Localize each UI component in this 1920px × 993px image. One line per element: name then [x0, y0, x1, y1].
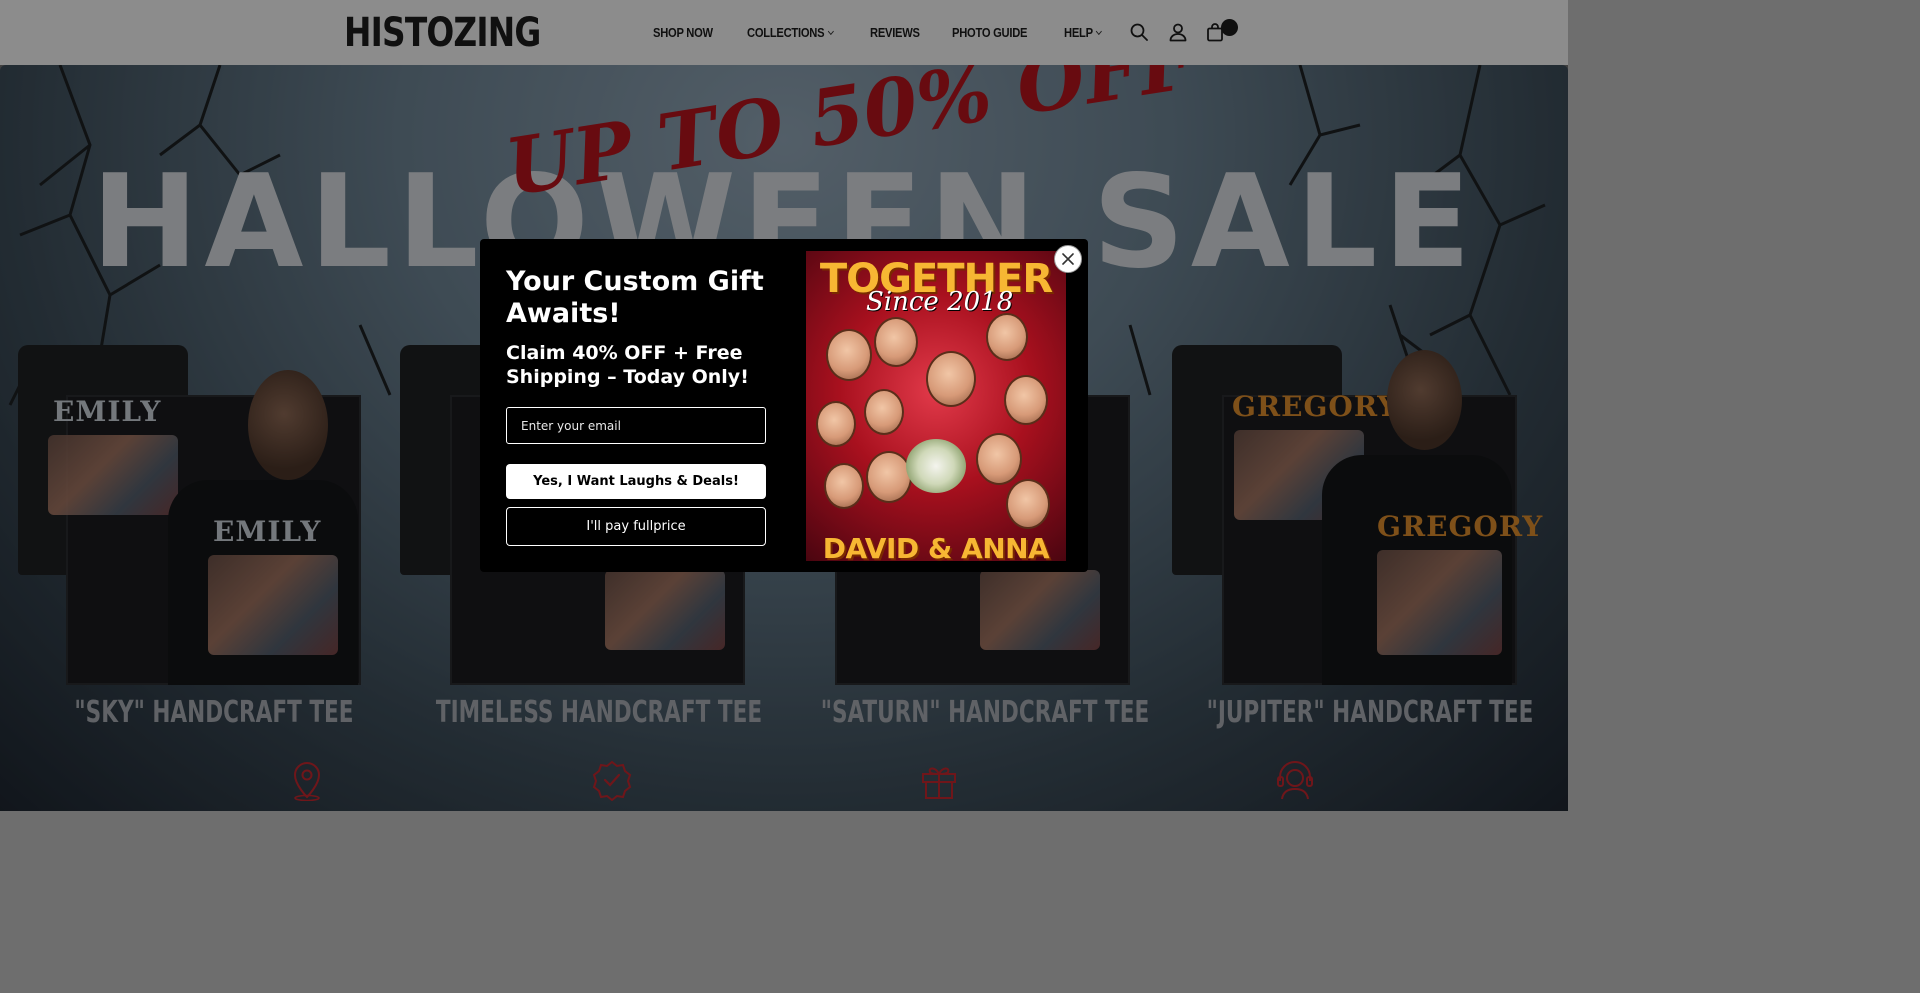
couple-photo-face — [864, 389, 904, 435]
couple-photo-face — [1004, 375, 1048, 425]
email-field[interactable] — [506, 407, 766, 444]
couple-photo-face — [1006, 479, 1050, 529]
couple-photo-face — [816, 401, 856, 447]
couple-photo-face — [866, 451, 912, 503]
promo-names: DAVID & ANNA — [822, 532, 1050, 562]
popup-subtitle: Claim 40% OFF + Free Shipping – Today On… — [506, 342, 749, 388]
couple-photo-face — [926, 351, 976, 407]
signup-popup: Your Custom Gift Awaits! Claim 40% OFF +… — [480, 239, 1088, 572]
promo-image: TOGETHER Since 2018 DAVID & ANNA — [806, 251, 1066, 561]
popup-title: Your Custom Gift Awaits! — [506, 266, 764, 329]
accept-offer-button[interactable]: Yes, I Want Laughs & Deals! — [506, 464, 766, 499]
couple-photo-face — [976, 433, 1022, 485]
couple-photo-face — [824, 463, 864, 509]
close-popup-button[interactable] — [1054, 245, 1082, 273]
bouquet — [906, 439, 966, 493]
close-icon — [1062, 253, 1074, 265]
couple-photo-face — [986, 313, 1028, 361]
promo-since: Since 2018 — [866, 287, 1014, 317]
decline-offer-button[interactable]: I'll pay fullprice — [506, 507, 766, 546]
couple-photo-face — [826, 329, 872, 381]
couple-photo-face — [874, 317, 918, 367]
